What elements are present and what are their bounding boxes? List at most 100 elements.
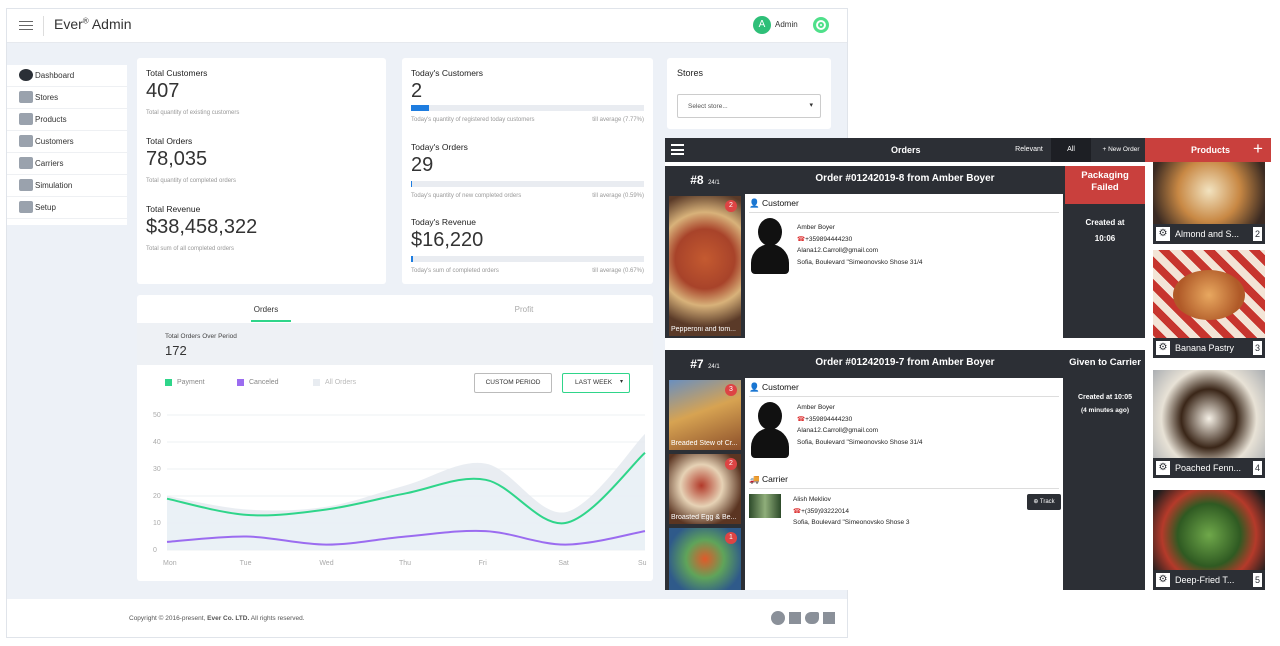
sidebar-item-carriers[interactable]: Carriers: [7, 153, 127, 175]
stat-subtitle: Total quantity of completed orders: [146, 178, 237, 184]
tab-orders[interactable]: Orders: [137, 295, 395, 323]
x-tick-label: Thu: [399, 560, 411, 567]
customer-avatar: [751, 218, 789, 276]
sidebar-item-customers[interactable]: Customers: [7, 131, 127, 153]
customer-email: Alana12.Carroll@gmail.com: [797, 427, 879, 434]
sidebar-item-label: Stores: [35, 93, 59, 102]
customer-heading: 👤 Customer: [749, 198, 799, 209]
last-week-select[interactable]: LAST WEEK ▾: [562, 373, 630, 393]
github-icon[interactable]: [771, 611, 785, 625]
order-item-thumbnail[interactable]: 3 Breaded Stew of Cr...: [669, 380, 741, 450]
store-select[interactable]: Select store... ▾: [677, 94, 821, 118]
order-card[interactable]: #8 24/1 2 Pepperoni and tom... Order #01…: [665, 166, 1145, 338]
customer-name: Amber Boyer: [797, 404, 835, 411]
customer-name: Amber Boyer: [797, 224, 835, 231]
orders-line-chart: 50 40 30 20 10 0 Mon Tue Wed Thu Fri Sat Su: [153, 412, 647, 567]
gear-icon[interactable]: ⚙: [1156, 573, 1170, 587]
setup-icon: [19, 201, 33, 213]
custom-period-button[interactable]: CUSTOM PERIOD: [474, 373, 552, 393]
carrier-phone-number: +(359)93222014: [801, 507, 849, 515]
order-item-thumbnail[interactable]: 2 Pepperoni and tom...: [669, 196, 741, 336]
user-name[interactable]: Admin: [775, 20, 798, 29]
footer: Copyright © 2016-present, Ever Co. LTD. …: [7, 599, 847, 637]
sidebar-item-label: Products: [35, 115, 67, 124]
carrier-name: Alish Mekliov: [793, 496, 831, 503]
phone-icon: ☎: [797, 415, 806, 423]
x-tick-label: Sat: [558, 560, 569, 567]
till-average: till average (7.77%): [592, 117, 644, 123]
brand-title: Ever® Admin: [43, 16, 132, 36]
sidebar-item-products[interactable]: Products: [7, 109, 127, 131]
progress-bar: [411, 256, 644, 262]
carrier-address: Sofia, Boulevard "Simeonovsko Shose 3: [793, 519, 910, 526]
product-count: 2: [1253, 227, 1262, 241]
product-name: Deep-Fried T...: [1175, 575, 1235, 585]
till-average: till average (0.59%): [592, 193, 644, 199]
sidebar-item-simulation[interactable]: Simulation: [7, 175, 127, 197]
facebook-icon[interactable]: [789, 612, 801, 624]
phone-icon: ☎: [793, 507, 802, 515]
stat-value: 78,035: [146, 148, 208, 170]
customer-email: Alana12.Carroll@gmail.com: [797, 247, 879, 254]
x-tick-label: Mon: [163, 560, 177, 567]
linkedin-icon[interactable]: [823, 612, 835, 624]
order-title: Order #01242019-7 from Amber Boyer: [815, 357, 995, 368]
progress-bar: [411, 181, 644, 187]
legend-label: Payment: [177, 379, 205, 386]
dashboard-icon: [19, 69, 33, 81]
product-tile[interactable]: ⚙ Poached Fenn... 4: [1153, 370, 1265, 478]
gear-icon[interactable]: ⚙: [1156, 461, 1170, 475]
tab-relevant[interactable]: Relevant: [1009, 138, 1049, 162]
tab-profit[interactable]: Profit: [395, 295, 653, 323]
stat-title: Total Orders: [146, 136, 193, 146]
gear-icon[interactable]: ⚙: [1156, 341, 1170, 355]
customer-address: Sofia, Boulevard "Simeonovsko Shose 31/4: [797, 258, 923, 266]
gear-icon[interactable]: ⚙: [1156, 227, 1170, 241]
brand-suffix: Admin: [88, 16, 132, 32]
x-tick-label: Fri: [479, 560, 488, 567]
stat-title: Today's Revenue: [411, 217, 476, 227]
customer-info: Amber Boyer ☎+359894444230 Alana12.Carro…: [797, 222, 923, 268]
product-tile[interactable]: ⚙ Deep-Fried T... 5: [1153, 490, 1265, 590]
orders-toolbar: Orders Relevant All + New Order: [665, 138, 1145, 162]
status-ring-icon[interactable]: [813, 17, 829, 33]
series-payment-area: [167, 452, 645, 550]
avatar[interactable]: A: [753, 16, 771, 34]
totals-card: Total Customers 407 Total quantity of ex…: [137, 58, 386, 284]
track-button[interactable]: ⊕ Track: [1027, 494, 1061, 510]
sidebar: Dashboard Stores Products Customers Carr…: [7, 65, 127, 225]
order-card[interactable]: #7 24/1 3 Breaded Stew of Cr... 2 Broast…: [665, 350, 1145, 590]
sidebar-item-dashboard[interactable]: Dashboard: [7, 65, 127, 87]
order-date: 24/1: [708, 180, 720, 186]
target-icon: ⊕: [1033, 499, 1039, 505]
tab-label: Profit: [514, 305, 534, 314]
period-value: 172: [165, 343, 187, 358]
till-average: till average (0.67%): [592, 268, 644, 274]
y-tick-label: 30: [153, 466, 161, 473]
sidebar-item-setup[interactable]: Setup: [7, 197, 127, 219]
store-select-placeholder: Select store...: [688, 103, 728, 110]
last-week-label: LAST WEEK: [575, 379, 613, 386]
y-tick-label: 50: [153, 412, 161, 419]
customer-icon: 👤: [749, 382, 760, 392]
product-tile[interactable]: ⚙ Banana Pastry 3: [1153, 250, 1265, 358]
product-bar: ⚙ Deep-Fried T... 5: [1153, 570, 1265, 590]
hamburger-icon[interactable]: [671, 144, 684, 155]
stat-value: 2: [411, 80, 423, 102]
stat-value: 407: [146, 80, 180, 102]
order-item-thumbnail[interactable]: 1: [669, 528, 741, 590]
x-tick-label: Wed: [319, 560, 333, 567]
progress-fill: [411, 181, 413, 187]
progress-fill: [411, 256, 413, 262]
order-item-thumbnail[interactable]: 2 Broasted Egg & Be...: [669, 454, 741, 524]
menu-icon[interactable]: [19, 18, 33, 32]
chevron-down-icon: ▾: [809, 102, 813, 109]
tab-all[interactable]: All: [1051, 138, 1091, 162]
add-product-button[interactable]: +: [1253, 139, 1263, 159]
new-order-button[interactable]: + New Order: [1097, 138, 1145, 162]
sidebar-item-stores[interactable]: Stores: [7, 87, 127, 109]
stat-subtitle: Today's quantity of registered today cus…: [411, 117, 535, 123]
twitter-icon[interactable]: [805, 612, 819, 624]
progress-fill: [411, 105, 430, 111]
product-tile[interactable]: ⚙ Almond and S... 2: [1153, 162, 1265, 244]
